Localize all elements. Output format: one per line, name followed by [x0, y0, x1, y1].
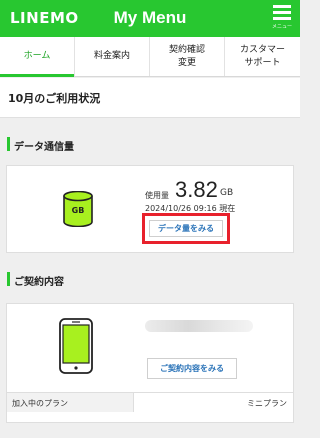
- tab-home-label: ホーム: [23, 51, 51, 61]
- tab-home[interactable]: ホーム: [0, 37, 75, 76]
- contract-card: ご契約内容をみる 加入中のプラン ミニプラン: [6, 303, 294, 423]
- usage-month-title: 10月のご利用状況: [8, 92, 101, 105]
- smartphone-icon: [59, 318, 93, 378]
- data-section-title: データ通信量: [14, 142, 74, 153]
- tab-contract-label: 契約確認 変更: [168, 44, 205, 68]
- active-tab-indicator: [0, 74, 74, 77]
- highlight-box: データ量をみる: [142, 213, 230, 244]
- gb-icon-text: GB: [71, 206, 85, 215]
- data-cylinder-icon: GB: [63, 190, 93, 231]
- blurred-phone-number: [145, 320, 253, 332]
- data-section-header: データ通信量: [0, 133, 300, 155]
- usage-period-bar: 10月のご利用状況: [0, 78, 300, 118]
- tab-contract[interactable]: 契約確認 変更: [150, 37, 225, 76]
- section-accent: [7, 272, 10, 286]
- used-label: 使用量: [145, 191, 169, 200]
- app-header: LINEMO My Menu メニュー: [0, 0, 300, 37]
- plan-row: 加入中のプラン ミニプラン: [7, 392, 293, 412]
- tab-support[interactable]: カスタマー サポート: [225, 37, 300, 76]
- contract-section-title: ご契約内容: [14, 277, 64, 288]
- used-unit: GB: [220, 188, 234, 198]
- nav-tabs: ホーム 料金案内 契約確認 変更 カスタマー サポート: [0, 37, 300, 77]
- page-title: My Menu: [113, 8, 187, 27]
- tab-pricing[interactable]: 料金案内: [75, 37, 150, 76]
- tab-support-label: カスタマー サポート: [239, 44, 285, 68]
- hamburger-icon: [269, 3, 295, 20]
- tab-pricing-label: 料金案内: [93, 51, 130, 61]
- menu-button[interactable]: メニュー: [269, 3, 295, 35]
- used-amount: 3.82: [175, 177, 218, 202]
- view-contract-button[interactable]: ご契約内容をみる: [147, 358, 237, 379]
- data-usage-card: GB 使用量 3.82 GB 2024/10/26 09:16 現在 データ量を…: [6, 165, 294, 253]
- section-accent: [7, 137, 10, 151]
- menu-label: メニュー: [271, 24, 292, 30]
- view-data-button[interactable]: データ量をみる: [149, 220, 223, 237]
- plan-value: ミニプラン: [247, 399, 287, 408]
- contract-section-header: ご契約内容: [0, 268, 300, 290]
- plan-label: 加入中のプラン: [7, 393, 134, 412]
